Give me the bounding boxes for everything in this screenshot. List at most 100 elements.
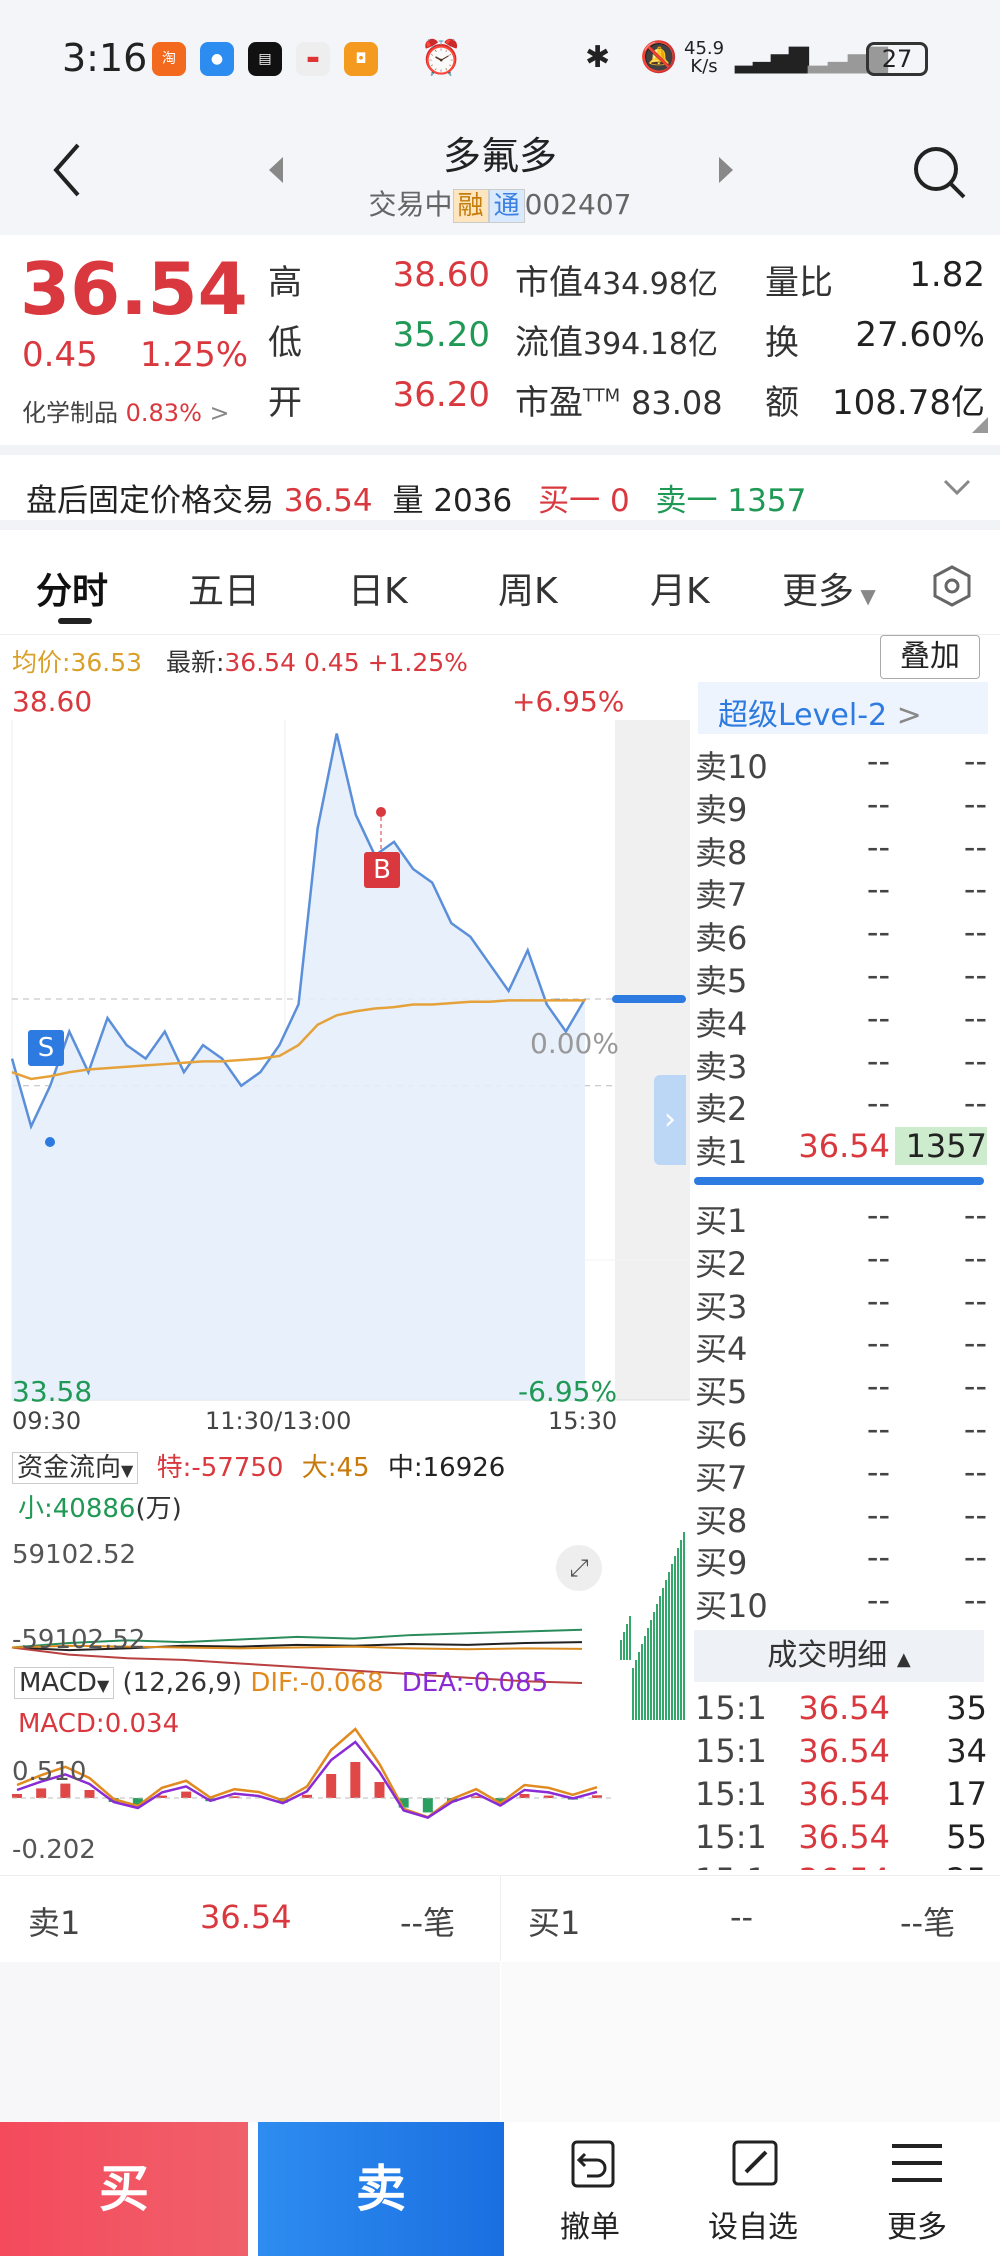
ask-row[interactable]: 卖8 -- -- (690, 824, 990, 872)
net-unit: K/s (690, 56, 718, 77)
tab-five-day[interactable]: 五日 (188, 562, 260, 614)
bid-volume: -- (963, 1367, 987, 1406)
trade-row: 15:1 36.54 17 (690, 1771, 990, 1814)
bid-row[interactable]: 买10 -- -- (690, 1577, 990, 1625)
bid-price: -- (866, 1410, 890, 1448)
flow-bar (635, 1660, 637, 1720)
bid-price: -- (866, 1581, 890, 1620)
trades-list: 15:1 36.54 35 15:1 36.54 34 15:1 36.54 17 15:1 36.… (690, 1685, 990, 1870)
bid-row[interactable]: 买5 -- -- (690, 1363, 990, 1411)
trades-header[interactable]: 成交明细 ▲ (694, 1630, 984, 1682)
cancel-order-button[interactable]: 撤单 (515, 2122, 665, 2256)
y-high-label: 38.60 (12, 685, 93, 718)
settings-hex-icon[interactable] (930, 564, 974, 608)
trade-price: 36.54 (798, 1775, 890, 1813)
corner-expand-icon[interactable] (972, 417, 988, 433)
macd-bar (422, 1798, 433, 1813)
trade-volume: 55 (946, 1818, 987, 1856)
flow-bar (650, 1620, 652, 1720)
ask-row[interactable]: 卖10 -- -- (690, 738, 990, 786)
flow-bar (680, 1540, 682, 1720)
trade-time: 15:1 (695, 1861, 767, 1870)
more-button[interactable]: 更多 (842, 2122, 992, 2256)
bid-row[interactable]: 买6 -- -- (690, 1406, 990, 1454)
tab-monthly-k[interactable]: 月K (650, 562, 710, 614)
flow-bar (656, 1604, 658, 1720)
macd-select[interactable]: MACD▼ (14, 1667, 115, 1699)
ask-row[interactable]: 卖2 -- -- (690, 1080, 990, 1128)
ask-row[interactable]: 卖1 36.54 1357 (690, 1123, 990, 1171)
level2-label: 超级Level-2 (718, 698, 888, 733)
sector-link[interactable]: 化学制品 0.83% > (22, 393, 230, 428)
market-cap: 市值434.98亿 (515, 255, 718, 304)
sell-button[interactable]: 卖 (258, 2122, 504, 2256)
flow-bar (662, 1588, 664, 1720)
chart-right-strip (615, 720, 690, 1400)
dif-label: DIF: (250, 1668, 300, 1698)
panel-toggle-icon[interactable]: › (654, 1075, 686, 1165)
stock-code: 002407 (524, 188, 632, 221)
ask-price: -- (866, 827, 890, 866)
buy-button[interactable]: 买 (0, 2122, 248, 2256)
search-icon[interactable] (910, 143, 970, 203)
ask-row[interactable]: 卖6 -- -- (690, 909, 990, 957)
capital-flow-label: 资金流向 (17, 1453, 122, 1483)
quick-trade-bar: 卖1 36.54 --笔 买1 -- --笔 (0, 1875, 1000, 1961)
bid-price: -- (866, 1238, 890, 1277)
active-tab-indicator (58, 618, 92, 624)
bid-row[interactable]: 买8 -- -- (690, 1492, 990, 1540)
capital-flow-select[interactable]: 资金流向▼ (12, 1452, 139, 1484)
unit-label: (万) (135, 1494, 182, 1524)
overlay-button[interactable]: 叠加 (880, 635, 980, 679)
ask-volume: 1357 (895, 1127, 987, 1166)
trade-row: 15:1 36.54 55 (690, 1814, 990, 1857)
bid-row[interactable]: 买4 -- -- (690, 1320, 990, 1368)
tab-daily-k[interactable]: 日K (348, 562, 408, 614)
ask-volume: -- (963, 870, 987, 909)
bid-row[interactable]: 买1 -- -- (690, 1192, 990, 1240)
buy-marker[interactable]: B (364, 852, 400, 888)
buy-point (376, 807, 386, 817)
ask-row[interactable]: 卖4 -- -- (690, 995, 990, 1043)
chevron-down-icon[interactable] (942, 477, 972, 497)
macd-bar (36, 1788, 47, 1798)
trade-row: 15:1 36.54 35 (690, 1685, 990, 1728)
trade-price: 36.54 (798, 1689, 890, 1727)
ask-row[interactable]: 卖9 -- -- (690, 781, 990, 829)
te-label: 特: (156, 1453, 192, 1483)
macd-bar (181, 1791, 192, 1798)
bid-row[interactable]: 买2 -- -- (690, 1235, 990, 1283)
dif-line (16, 1727, 598, 1819)
ask-volume: -- (963, 1084, 987, 1123)
ask-row[interactable]: 卖7 -- -- (690, 866, 990, 914)
last-label: 最新: (165, 648, 225, 677)
dea-label: DEA: (401, 1668, 465, 1698)
pe-sup: TTM (583, 385, 621, 407)
bid-row[interactable]: 买7 -- -- (690, 1449, 990, 1497)
expand-icon[interactable]: ⤢ (556, 1545, 602, 1591)
bid-row[interactable]: 买3 -- -- (690, 1278, 990, 1326)
xiao-label: 小: (18, 1494, 53, 1524)
stat-open-value: 36.20 (392, 375, 490, 415)
add-watchlist-button[interactable]: 设自选 (678, 2122, 828, 2256)
stock-name: 多氟多 (442, 134, 557, 178)
chevron-right-icon: > (209, 399, 230, 427)
tab-intraday[interactable]: 分时 (36, 562, 108, 614)
stock-subtitle: 交易中融通 002407 (0, 183, 1000, 223)
tab-more-label: 更多 (782, 571, 855, 612)
trades-header-label: 成交明细 (767, 1638, 888, 1673)
tab-weekly-k[interactable]: 周K (498, 562, 558, 614)
bid-volume: -- (963, 1581, 987, 1620)
bid-row[interactable]: 买9 -- -- (690, 1534, 990, 1582)
sell-marker[interactable]: S (28, 1030, 64, 1066)
pct-mid-label: 0.00% (530, 1027, 619, 1060)
bid-volume: -- (963, 1410, 987, 1448)
after-hours-bar[interactable]: 盘后固定价格交易 36.54 量 2036 买一 0 卖一 1357 (0, 445, 1000, 530)
ask-row[interactable]: 卖5 -- -- (690, 952, 990, 1000)
qt-buy-price: -- (730, 1898, 754, 1936)
level2-header[interactable]: 超级Level-2 > (698, 682, 988, 734)
tab-more[interactable]: 更多 ▼ (782, 562, 876, 614)
macd-bar (326, 1774, 337, 1798)
ask-row[interactable]: 卖3 -- -- (690, 1038, 990, 1086)
last-chg-pct: +1.25% (367, 648, 468, 677)
